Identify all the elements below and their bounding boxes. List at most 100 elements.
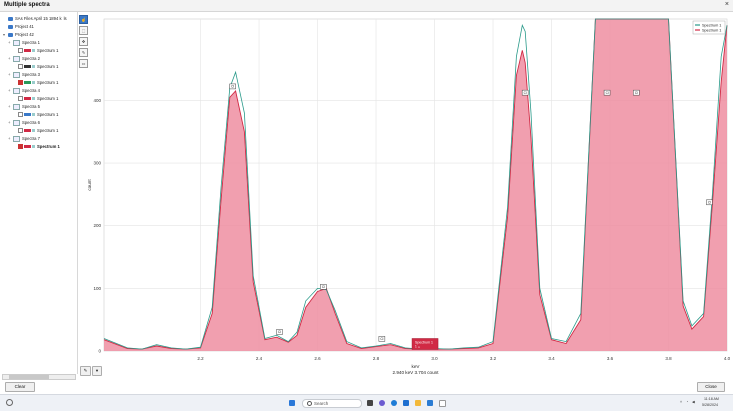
window-close-button[interactable]: ×	[725, 1, 729, 8]
element-marker-label: Cl	[635, 91, 638, 95]
tree-item-label: Spectra 2	[22, 56, 40, 61]
element-marker-label: Cl	[524, 91, 527, 95]
tree-item-spectra[interactable]: + Spectra 3	[8, 71, 40, 79]
legend-label: Spectrum 1	[702, 29, 721, 33]
x-tick-label: 3.6	[607, 356, 614, 361]
element-marker-label: Cl	[278, 330, 281, 334]
color-swatch[interactable]	[24, 97, 31, 101]
spectra-icon	[13, 119, 20, 126]
visibility-checkbox[interactable]	[18, 112, 23, 118]
tree-item-spectra[interactable]: + Spectra 1	[8, 39, 40, 47]
tray-chevron-icon[interactable]: ˄	[680, 400, 682, 404]
tree-item-label: Spectrum 1	[37, 144, 60, 149]
spectra-icon	[13, 135, 20, 142]
tree-item-folder[interactable]: Project 41	[3, 23, 34, 31]
clock-time[interactable]: 11:18 AM	[704, 397, 719, 401]
cursor-tooltip-sub: 1 ₂₁	[415, 344, 420, 348]
wifi-icon[interactable]: ◔	[686, 400, 688, 404]
start-icon[interactable]	[289, 400, 295, 406]
scrollbar-thumb[interactable]	[9, 375, 49, 379]
tree-item-folder[interactable]: ▾ Project 42	[3, 31, 34, 39]
spectrum-icon	[32, 65, 35, 69]
tree-item-spectrum[interactable]: Spectrum 1	[13, 95, 58, 103]
tree-horizontal-scrollbar[interactable]	[2, 374, 76, 380]
spectrum-chart[interactable]: 2.2 2.4 2.6 2.8 3.0 3.2 3.4 3.6 3.8 4.0 0 100 200 300…	[80, 13, 733, 375]
visibility-checkbox[interactable]	[18, 144, 23, 150]
x-tick-label: 3.2	[490, 356, 497, 361]
clock-date[interactable]: 5/28/2024	[702, 403, 718, 407]
tree-item-spectra[interactable]: + Spectra 4	[8, 87, 40, 95]
y-tick-label: 100	[93, 286, 101, 291]
x-tick-label: 4.0	[724, 356, 731, 361]
visibility-checkbox[interactable]	[18, 96, 23, 102]
tree-item-spectra[interactable]: + Spectra 2	[8, 55, 40, 63]
tree-item-label: Project 42	[15, 32, 34, 37]
tree-item-label: Spectrum 1	[37, 128, 59, 133]
tree-item-spectrum[interactable]: Spectrum 1	[13, 47, 58, 55]
tree-item-spectrum[interactable]: Spectrum 1	[13, 111, 58, 119]
wand-icon[interactable]: ✎	[80, 366, 91, 376]
tree-item-label: Spectra 6	[22, 120, 40, 125]
spectrum-icon	[32, 145, 35, 149]
tree-item-spectra[interactable]: + Spectra 7	[8, 135, 40, 143]
tree-item-label: Spectrum 1	[37, 112, 59, 117]
tree-item-spectrum[interactable]: Spectrum 1	[13, 79, 58, 87]
tree-item-spectra[interactable]: + Spectra 6	[8, 119, 40, 127]
weather-icon[interactable]	[6, 399, 13, 406]
clear-button[interactable]: Clear	[5, 382, 35, 392]
store-icon[interactable]	[427, 400, 433, 406]
app-icon[interactable]	[439, 400, 446, 407]
x-tick-label: 2.4	[256, 356, 263, 361]
spectrum-icon	[32, 97, 35, 101]
folder-icon	[8, 32, 13, 37]
visibility-checkbox[interactable]	[18, 128, 23, 134]
tree-item-label: Spectrum 1	[37, 80, 59, 85]
tree-item-suffix: ls	[63, 16, 67, 21]
color-swatch[interactable]	[24, 129, 31, 133]
task-view-icon[interactable]	[367, 400, 373, 406]
volume-icon[interactable]: ◀	[692, 400, 695, 404]
color-swatch[interactable]	[24, 113, 31, 117]
tree-item-spectrum[interactable]: Spectrum 1	[13, 143, 60, 151]
chevron-down-icon[interactable]: ▾	[92, 366, 102, 376]
spectra-icon	[13, 103, 20, 110]
os-taskbar: Search ˄ ◔ ◀ 11:18 AM 5/28/2024	[0, 394, 733, 411]
file-explorer-icon[interactable]	[415, 400, 421, 406]
close-button[interactable]: Close	[697, 382, 725, 392]
color-swatch[interactable]	[24, 145, 31, 149]
element-marker-label: Cl	[708, 200, 711, 204]
tree-item-folder[interactable]: SAs Files April 15 1894 k ls	[3, 15, 67, 23]
chat-icon[interactable]	[379, 400, 385, 406]
x-tick-label: 2.8	[373, 356, 380, 361]
tree-item-label: Spectra 5	[22, 104, 40, 109]
x-axis-label: keV	[412, 364, 421, 369]
taskbar-search[interactable]: Search	[302, 399, 362, 408]
outlook-icon[interactable]	[403, 400, 409, 406]
element-marker-label: Cl	[231, 85, 234, 89]
tree-item-label: Project 41	[15, 24, 34, 29]
spectrum-icon	[32, 49, 35, 53]
folder-icon	[8, 24, 13, 29]
y-tick-label: 0	[98, 349, 101, 354]
y-tick-label: 400	[93, 98, 101, 103]
color-swatch[interactable]	[24, 49, 31, 53]
tree-item-spectrum[interactable]: Spectrum 1	[13, 127, 58, 135]
color-swatch[interactable]	[24, 65, 31, 69]
edge-icon[interactable]	[391, 400, 397, 406]
tree-item-label: Spectra 1	[22, 40, 40, 45]
color-swatch[interactable]	[24, 81, 31, 85]
visibility-checkbox[interactable]	[18, 64, 23, 70]
visibility-checkbox[interactable]	[18, 80, 23, 86]
tree-item-label: Spectrum 1	[37, 64, 59, 69]
x-tick-label: 3.0	[431, 356, 438, 361]
tree-item-spectrum[interactable]: Spectrum 1	[13, 63, 58, 71]
spectra-icon	[13, 55, 20, 62]
project-tree: SAs Files April 15 1894 k ls Project 41 ▾ Pr…	[0, 12, 78, 374]
spectra-icon	[13, 39, 20, 46]
cursor-status: 2.940 keV 3.704 count	[393, 370, 440, 375]
x-tick-label: 3.4	[548, 356, 555, 361]
visibility-checkbox[interactable]	[18, 48, 23, 54]
element-marker-label: Cl	[606, 91, 609, 95]
spectrum-icon	[32, 81, 35, 85]
tree-item-spectra[interactable]: + Spectra 5	[8, 103, 40, 111]
